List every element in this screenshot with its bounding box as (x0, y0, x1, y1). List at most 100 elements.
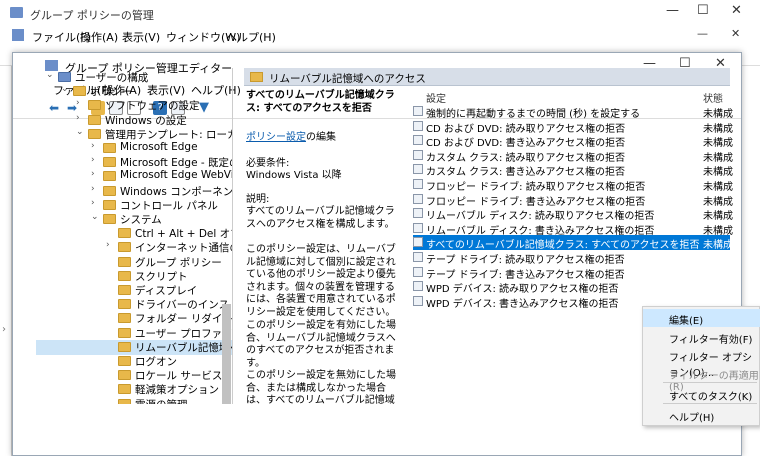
tree-node[interactable]: › ソフトウェアの設定 (36, 98, 232, 113)
folder-icon (118, 370, 131, 381)
folder-icon (58, 72, 71, 82)
setting-row[interactable]: フロッピー ドライブ: 書き込みアクセス権の拒否 未構成 (413, 192, 733, 208)
tree-node-label: スクリプト (135, 270, 188, 283)
tree-node-label: ポリシー (90, 86, 132, 99)
description-para2: このポリシー設定を有効にした場合、リムーバブル記憶域クラスへのすべてのアクセスが… (246, 320, 396, 369)
chevron-down-icon[interactable]: ⌄ (46, 70, 56, 80)
folder-icon (118, 313, 131, 324)
outer-mdi-minimize-icon[interactable]: — (697, 27, 708, 40)
context-menu-item[interactable]: ヘルプ(H) (643, 406, 760, 424)
tree-node[interactable]: ユーザー プロファイル (36, 326, 232, 341)
tree-node[interactable]: ディスプレイ (36, 283, 232, 298)
outer-mdi-close-icon[interactable]: ✕ (731, 27, 740, 40)
tree-scrollbar-thumb[interactable] (222, 304, 231, 404)
chevron-right-icon[interactable]: › (91, 184, 101, 194)
minimize-icon[interactable]: — (666, 3, 679, 18)
chevron-right-icon[interactable]: › (106, 240, 116, 250)
policy-tree: ⌄ ユーザーの構成 ⌄ ポリシー › ソフトウェアの設定 › Windows の設定 ⌄ 管理用テ… (36, 68, 233, 404)
chevron-down-icon[interactable]: ⌄ (61, 84, 71, 94)
folder-icon (118, 256, 131, 267)
chevron-right-icon[interactable]: › (91, 198, 101, 208)
policy-setting-icon (413, 120, 423, 131)
context-menu-item[interactable]: すべてのタスク(K) (643, 385, 760, 403)
tree-node-label: フォルダー リダイレクト (135, 313, 232, 326)
setting-row[interactable]: CD および DVD: 書き込みアクセス権の拒否 未構成 (413, 133, 733, 149)
setting-row[interactable]: 強制的に再起動するまでの時間 (秒) を設定する 未構成 (413, 104, 733, 120)
tree-node[interactable]: › Windows の設定 (36, 113, 232, 128)
chevron-right-icon[interactable]: › (76, 98, 86, 108)
tree-node[interactable]: › Microsoft Edge WebView2 (36, 169, 232, 184)
setting-row[interactable]: テープ ドライブ: 読み取りアクセス権の拒否 (413, 250, 730, 266)
setting-row[interactable]: フロッピー ドライブ: 読み取りアクセス権の拒否 未構成 (413, 177, 733, 193)
tree-node[interactable]: 電源の管理 (36, 397, 232, 404)
chevron-right-icon[interactable]: › (91, 169, 101, 179)
setting-row[interactable]: リムーバブル ディスク: 書き込みアクセス権の拒否 未構成 (413, 221, 733, 237)
policy-setting-link[interactable]: ポリシー設定 (246, 132, 306, 143)
tree-node[interactable]: ロケール サービス (36, 368, 232, 383)
tree-node[interactable]: Ctrl + Alt + Del オプション (36, 226, 232, 241)
tree-node[interactable]: › コントロール パネル (36, 198, 232, 213)
outer-menu-view[interactable]: 表示(V) (122, 29, 160, 45)
tree-node[interactable]: フォルダー リダイレクト (36, 311, 232, 326)
policy-setting-icon (413, 193, 423, 204)
folder-icon (103, 157, 116, 168)
outer-menu-help[interactable]: ヘルプ(H) (226, 29, 276, 45)
context-menu-item[interactable]: フィルター オプション(O)... (643, 346, 760, 379)
setting-row[interactable]: カスタム クラス: 読み取りアクセス権の拒否 未構成 (413, 148, 733, 164)
requirements-label: 必要条件: (246, 158, 290, 169)
outer-menu-action[interactable]: 操作(A) (80, 29, 118, 45)
folder-icon (118, 270, 131, 281)
context-menu-item: フィルターの再適用(R) (643, 364, 760, 393)
requirements-value: Windows Vista 以降 (246, 170, 342, 181)
maximize-icon[interactable]: ☐ (697, 3, 709, 18)
context-menu-label: 編集(E) (669, 316, 704, 327)
tree-node[interactable]: ⌄ ポリシー (36, 84, 232, 99)
tree-node[interactable]: ⌄ システム (36, 212, 232, 227)
setting-row[interactable]: CD および DVD: 読み取りアクセス権の拒否 未構成 (413, 119, 733, 135)
tree-node[interactable]: › Microsoft Edge (36, 141, 232, 156)
description-para3: このポリシー設定を無効にした場合、または構成しなかった場合は、すべてのリムーバブ… (246, 370, 396, 404)
context-menu-item[interactable]: フィルター有効(F) (643, 328, 760, 346)
policy-setting-icon (413, 266, 423, 277)
setting-row[interactable]: WPD デバイス: 読み取りアクセス権の拒否 (413, 279, 730, 295)
close-icon[interactable]: ✕ (731, 3, 742, 18)
tree-node[interactable]: ⌄ ユーザーの構成 (36, 70, 232, 85)
tree-node[interactable]: › インターネット通信の管理 (36, 240, 232, 255)
tree-node[interactable]: › Windows コンポーネント (36, 184, 233, 199)
chevron-down-icon[interactable]: ⌄ (76, 127, 86, 137)
folder-icon (88, 128, 101, 139)
tree-node-label: ログオン (135, 356, 177, 368)
right-pane-title: リムーバブル記憶域へのアクセス (269, 73, 426, 85)
tree-node-label: 管理用テンプレート: ローカル コンピ (105, 128, 232, 141)
tree-node[interactable]: スクリプト (36, 269, 232, 284)
tree-node[interactable]: ログオン (36, 354, 232, 369)
chevron-right-icon[interactable]: › (76, 113, 86, 123)
tree-node[interactable]: リムーバブル記憶域へのアク (36, 339, 232, 355)
setting-row[interactable]: すべてのリムーバブル記憶域クラス: すべてのアクセスを拒否 未構成 (413, 235, 733, 251)
folder-icon (88, 100, 101, 111)
outer-tree-edge: グル › (0, 66, 22, 456)
policy-setting-icon (413, 281, 423, 292)
column-setting[interactable]: 設定 (426, 90, 446, 105)
column-state[interactable]: 状態 (703, 90, 723, 105)
tree-node-label: Windows の設定 (105, 114, 187, 127)
tree-node[interactable]: ドライバーのインストール (36, 297, 232, 312)
folder-icon (103, 214, 116, 224)
folder-icon (88, 114, 101, 125)
folder-icon (103, 185, 116, 196)
context-menu-item[interactable]: 編集(E) (643, 309, 760, 327)
description-text: すべてのリムーバブル記憶域クラスへのアクセス権を構成します。 (246, 206, 395, 230)
tree-node[interactable]: グループ ポリシー (36, 255, 232, 270)
setting-row[interactable]: リムーバブル ディスク: 読み取りアクセス権の拒否 未構成 (413, 206, 733, 222)
chevron-right-icon[interactable]: › (91, 141, 101, 151)
setting-row[interactable]: カスタム クラス: 書き込みアクセス権の拒否 未構成 (413, 162, 733, 178)
setting-row[interactable]: テープ ドライブ: 書き込みアクセス権の拒否 (413, 265, 730, 281)
tree-node[interactable]: › Microsoft Edge - 既定の設 (36, 155, 232, 170)
tree-node-label: Windows コンポーネント (120, 185, 233, 198)
description-para1: このポリシー設定は、リムーバブル記憶域に対して個別に設定されている他のポリシー設… (246, 244, 396, 318)
tree-node[interactable]: ⌄ 管理用テンプレート: ローカル コンピ (36, 127, 232, 142)
tree-node[interactable]: 軽減策オプション (36, 382, 232, 397)
chevron-right-icon[interactable]: › (91, 155, 101, 165)
chevron-right-icon[interactable]: › (2, 324, 6, 335)
chevron-down-icon[interactable]: ⌄ (91, 212, 101, 222)
